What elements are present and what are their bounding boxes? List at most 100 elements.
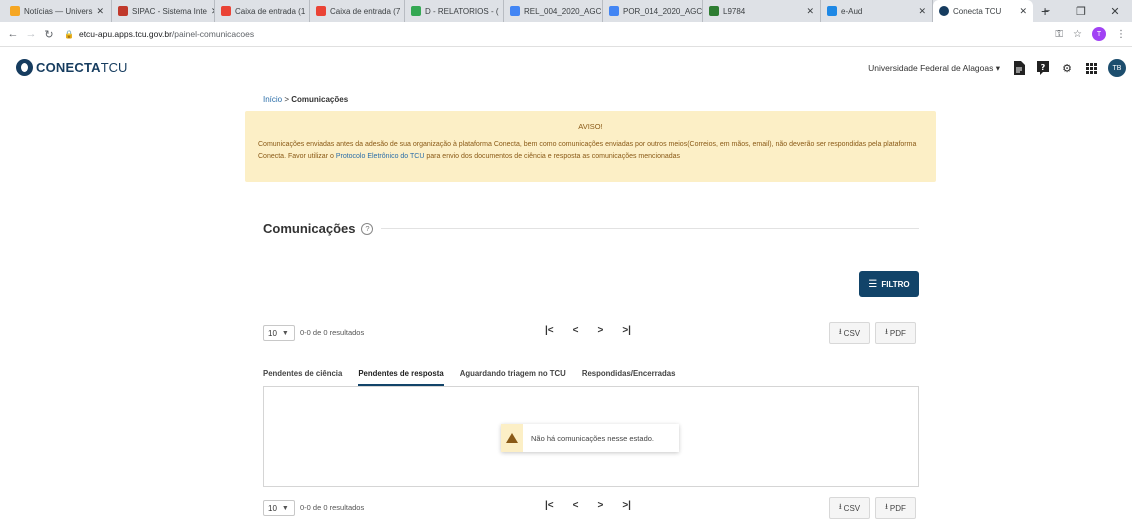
app-header: CONECTA TCU Universidade Federal de Alago… xyxy=(0,47,1132,89)
browser-tab[interactable]: Caixa de entrada (7 ✕ xyxy=(310,0,405,22)
browser-tab-bar: Notícias — Univers ✕ SIPAC - Sistema Int… xyxy=(0,0,1132,22)
close-window-icon[interactable]: ✕ xyxy=(1098,5,1132,18)
browser-tab[interactable]: L9784 ✕ xyxy=(703,0,821,22)
browser-tab-label: Conecta TCU xyxy=(953,6,1002,16)
breadcrumb-home-link[interactable]: Início xyxy=(263,95,282,104)
browser-tab-label: REL_004_2020_AGC xyxy=(524,6,602,16)
csv-label: CSV xyxy=(843,503,861,513)
filter-button-label: FILTRO xyxy=(881,279,910,289)
warning-icon xyxy=(501,424,523,452)
docs-icon xyxy=(609,6,619,16)
results-panel: Não há comunicações nesse estado. xyxy=(263,386,919,487)
section-header: Comunicações ? xyxy=(263,221,919,236)
restore-icon[interactable]: ❐ xyxy=(1064,5,1098,18)
gov-flag-icon xyxy=(709,6,719,16)
protocolo-link[interactable]: Protocolo Eletrônico do TCU xyxy=(336,153,425,160)
lock-icon: 🔒 xyxy=(64,29,74,39)
forward-icon[interactable]: → xyxy=(22,28,40,40)
chevron-down-icon: ▼ xyxy=(281,329,289,337)
close-icon[interactable]: ✕ xyxy=(96,6,104,17)
gmail-icon xyxy=(221,6,231,16)
next-page-button[interactable]: > xyxy=(597,325,603,336)
browser-tab-label: D - RELATORIOS - ( xyxy=(425,6,499,16)
export-csv-button[interactable]: ⭳ CSV xyxy=(829,322,870,344)
url-field[interactable]: 🔒 etcu-apu.apps.tcu.gov.br/painel-comuni… xyxy=(64,29,254,39)
export-pdf-button[interactable]: ⭳ PDF xyxy=(875,322,916,344)
breadcrumb-separator: > xyxy=(282,95,292,104)
reload-icon[interactable]: ↻ xyxy=(40,28,58,41)
prev-page-button[interactable]: < xyxy=(573,325,579,336)
browser-tab-label: POR_014_2020_AGC xyxy=(623,6,703,16)
first-page-button[interactable]: |< xyxy=(545,500,554,511)
prev-page-button[interactable]: < xyxy=(573,500,579,511)
svg-text:?: ? xyxy=(1041,63,1046,72)
csv-label: CSV xyxy=(843,328,861,338)
page-size-select[interactable]: 10 ▼ xyxy=(263,500,295,516)
document-icon[interactable] xyxy=(1012,61,1026,75)
first-page-button[interactable]: |< xyxy=(545,325,554,336)
close-icon[interactable]: ✕ xyxy=(1019,6,1027,17)
browser-tab[interactable]: Caixa de entrada (1 ✕ xyxy=(215,0,310,22)
browser-actions: ⚿ ☆ T ⋮ xyxy=(1055,27,1126,41)
site-favicon-icon xyxy=(10,6,20,16)
tab-respondidas-encerradas[interactable]: Respondidas/Encerradas xyxy=(582,366,676,386)
menu-dots-icon[interactable]: ⋮ xyxy=(1116,29,1126,40)
minimize-icon[interactable]: − xyxy=(1030,5,1064,17)
close-icon[interactable]: ✕ xyxy=(918,6,926,17)
browser-tab-label: L9784 xyxy=(723,6,746,16)
logo-text: TCU xyxy=(100,60,128,75)
results-count: 0-0 de 0 resultados xyxy=(300,328,365,337)
address-bar: ← → ↻ 🔒 etcu-apu.apps.tcu.gov.br/painel-… xyxy=(0,22,1132,47)
browser-tab[interactable]: D - RELATORIOS - ( ✕ xyxy=(405,0,504,22)
tab-aguardando-triagem[interactable]: Aguardando triagem no TCU xyxy=(460,366,566,386)
browser-tab[interactable]: POR_014_2020_AGC ✕ xyxy=(603,0,703,22)
organization-select[interactable]: Universidade Federal de Alagoas ▾ xyxy=(868,63,1000,74)
last-page-button[interactable]: >| xyxy=(622,325,631,336)
logo-text-bold: CONECTA xyxy=(36,60,101,75)
breadcrumb-current: Comunicações xyxy=(291,95,349,104)
help-circle-icon[interactable]: ? xyxy=(361,222,374,235)
search-icon xyxy=(827,6,837,16)
header-actions: Universidade Federal de Alagoas ▾ ? ⚙ TB xyxy=(868,59,1126,77)
status-tabs: Pendentes de ciência Pendentes de respos… xyxy=(263,366,919,386)
docs-icon xyxy=(510,6,520,16)
tab-pendentes-resposta[interactable]: Pendentes de resposta xyxy=(358,366,444,386)
page-navigation: |< < > >| xyxy=(545,500,631,511)
filter-button[interactable]: ☰ FILTRO xyxy=(859,271,919,297)
warning-notice: AVISO! Comunicações enviadas antes da ad… xyxy=(245,111,936,182)
close-icon[interactable]: ✕ xyxy=(806,6,814,17)
browser-tab[interactable]: Notícias — Univers ✕ xyxy=(4,0,112,22)
browser-tab[interactable]: REL_004_2020_AGC ✕ xyxy=(504,0,603,22)
profile-avatar[interactable]: T xyxy=(1092,27,1106,41)
browser-tab-label: Notícias — Univers xyxy=(24,6,93,16)
notice-body: Comunicações enviadas antes da adesão de… xyxy=(258,139,923,163)
browser-tab-label: e-Aud xyxy=(841,6,863,16)
page-size-select[interactable]: 10 ▼ xyxy=(263,325,295,341)
export-csv-button[interactable]: ⭳ CSV xyxy=(829,497,870,519)
star-icon[interactable]: ☆ xyxy=(1073,29,1082,40)
last-page-button[interactable]: >| xyxy=(622,500,631,511)
browser-tab-active[interactable]: Conecta TCU ✕ xyxy=(933,0,1033,22)
pdf-label: PDF xyxy=(889,328,906,338)
conecta-logo-icon xyxy=(16,59,33,76)
gear-icon[interactable]: ⚙ xyxy=(1060,61,1074,75)
url-host: etcu-apu.apps.tcu.gov.br xyxy=(78,29,172,39)
apps-grid-icon[interactable] xyxy=(1084,61,1098,75)
user-avatar[interactable]: TB xyxy=(1108,59,1126,77)
tab-pendentes-ciencia[interactable]: Pendentes de ciência xyxy=(263,366,342,386)
download-icon: ⭳ xyxy=(885,327,888,336)
notice-text-end: para envio dos documentos de ciência e r… xyxy=(424,153,681,160)
key-icon[interactable]: ⚿ xyxy=(1055,29,1063,40)
section-title: Comunicações xyxy=(263,221,356,236)
browser-tab[interactable]: SIPAC - Sistema Inte ✕ xyxy=(112,0,215,22)
next-page-button[interactable]: > xyxy=(597,500,603,511)
browser-tab[interactable]: e-Aud ✕ xyxy=(821,0,933,22)
conecta-logo[interactable]: CONECTA TCU xyxy=(16,59,127,76)
export-pdf-button[interactable]: ⭳ PDF xyxy=(875,497,916,519)
gmail-icon xyxy=(316,6,326,16)
results-count: 0-0 de 0 resultados xyxy=(300,503,365,512)
back-icon[interactable]: ← xyxy=(4,28,22,40)
help-icon[interactable]: ? xyxy=(1036,61,1050,75)
site-favicon-icon xyxy=(118,6,128,16)
download-icon: ⭳ xyxy=(838,327,842,336)
